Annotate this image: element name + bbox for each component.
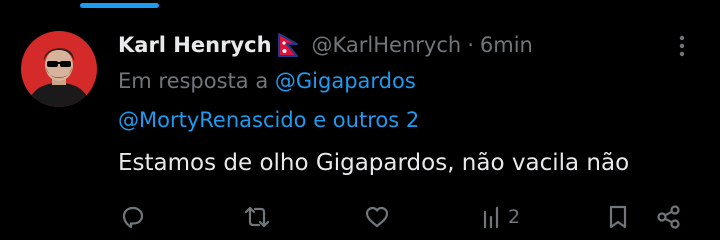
views-icon [483, 206, 499, 229]
avatar-image [21, 31, 97, 107]
avatar[interactable] [21, 31, 97, 107]
reply-context-continued: @MortyRenascido e outros 2 [118, 108, 419, 132]
more-vertical-icon [679, 35, 685, 57]
user-handle[interactable]: @KarlHenrych [312, 33, 462, 57]
tweet-header: Karl Henrych @KarlHenrych · 6min [118, 28, 533, 62]
retweet-icon [244, 206, 270, 228]
display-name[interactable]: Karl Henrych [118, 33, 272, 57]
share-icon [657, 205, 680, 229]
share-button[interactable] [655, 202, 683, 232]
reply-prefix: Em resposta a [118, 69, 269, 93]
views-button[interactable]: 2 [482, 202, 520, 232]
separator-dot: · [467, 33, 474, 57]
reply-icon [122, 206, 144, 229]
like-button[interactable] [363, 202, 391, 232]
views-count: 2 [508, 206, 521, 228]
others-link[interactable]: e outros 2 [313, 108, 419, 132]
nepal-flag-icon [277, 33, 300, 57]
more-options-button[interactable] [668, 31, 696, 59]
timestamp[interactable]: 6min [480, 33, 533, 57]
reply-button[interactable] [119, 202, 147, 232]
tweet-text: Estamos de olho Gigapardos, não vacila n… [118, 150, 630, 176]
active-tab-indicator [80, 3, 159, 8]
mention-link[interactable]: @MortyRenascido [118, 108, 307, 132]
retweet-button[interactable] [242, 202, 272, 232]
bookmark-button[interactable] [606, 202, 630, 232]
bookmark-icon [609, 205, 627, 229]
heart-icon [365, 206, 389, 228]
reply-context: Em resposta a @Gigapardos [118, 69, 416, 93]
mention-link[interactable]: @Gigapardos [275, 69, 416, 93]
